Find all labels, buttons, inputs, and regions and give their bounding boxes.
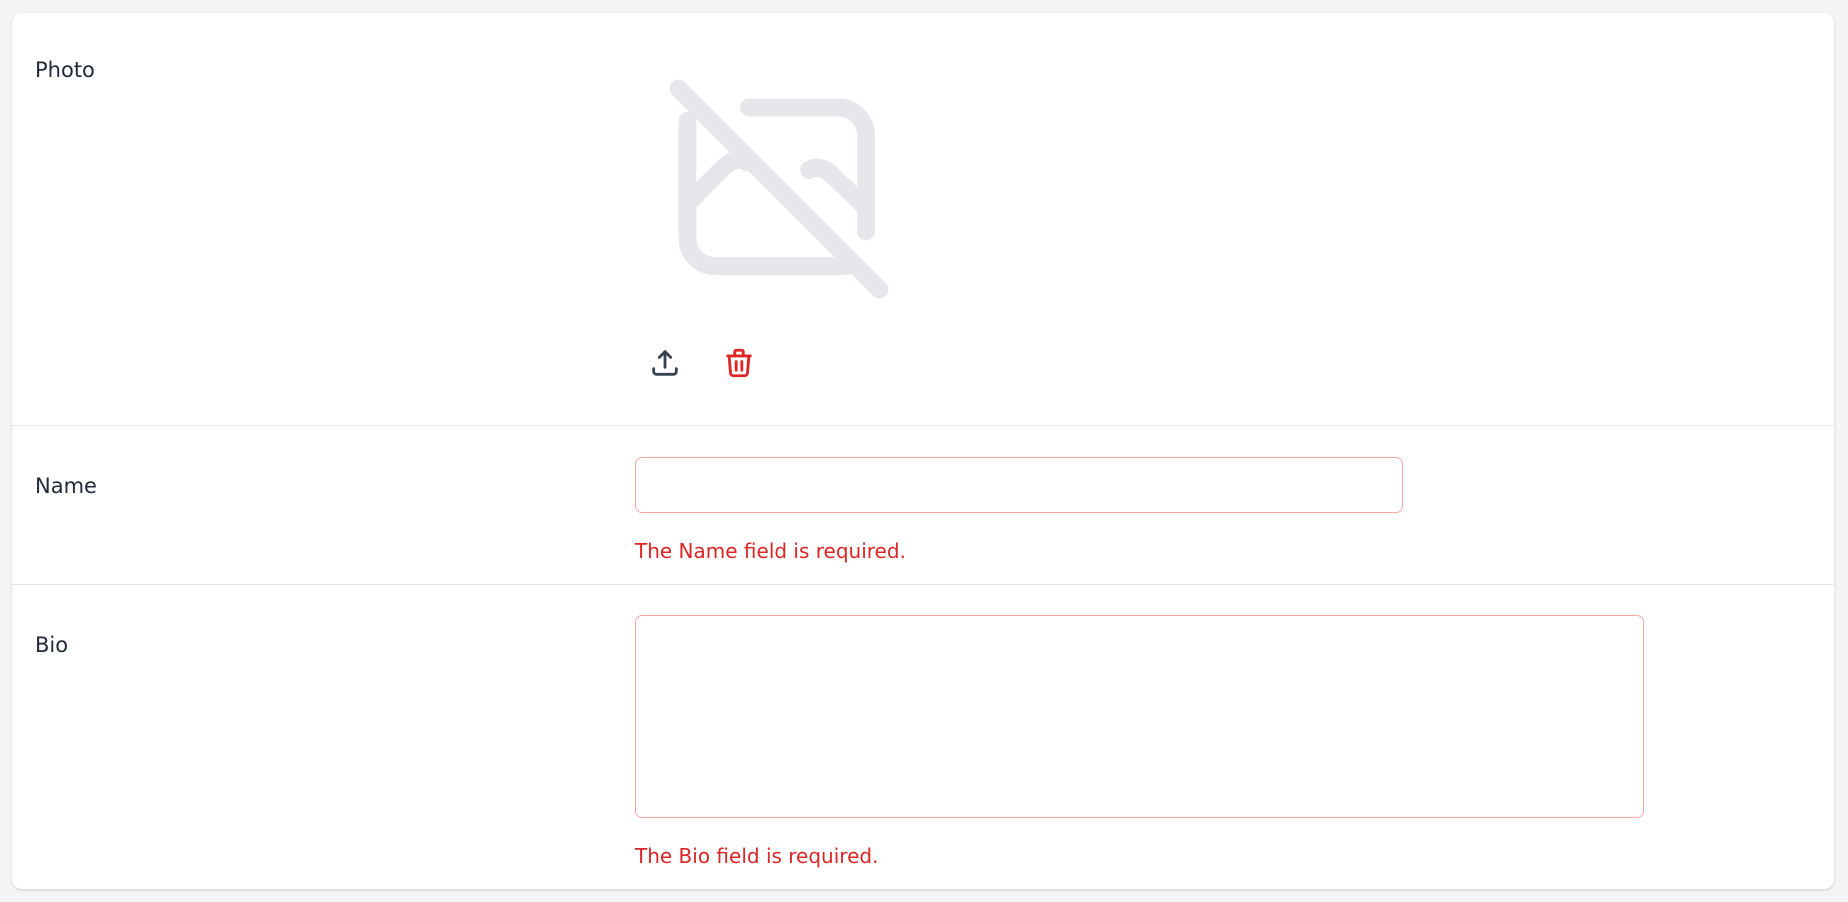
upload-icon [648,346,682,384]
bio-row: Bio The Bio field is required. [12,584,1834,889]
photo-row: Photo [12,13,1834,425]
bio-label: Bio [35,633,69,657]
name-error: The Name field is required. [635,539,906,563]
bio-textarea[interactable] [635,615,1644,818]
delete-photo-button[interactable] [719,345,759,385]
photo-label: Photo [35,58,95,82]
name-row: Name The Name field is required. [12,425,1834,584]
name-input[interactable] [635,457,1403,513]
trash-icon [722,346,756,384]
image-off-icon [645,55,913,323]
upload-button[interactable] [645,345,685,385]
bio-error: The Bio field is required. [635,844,879,868]
name-label: Name [35,474,97,498]
profile-form-card: Photo Name The Name field is required. B… [12,13,1834,889]
